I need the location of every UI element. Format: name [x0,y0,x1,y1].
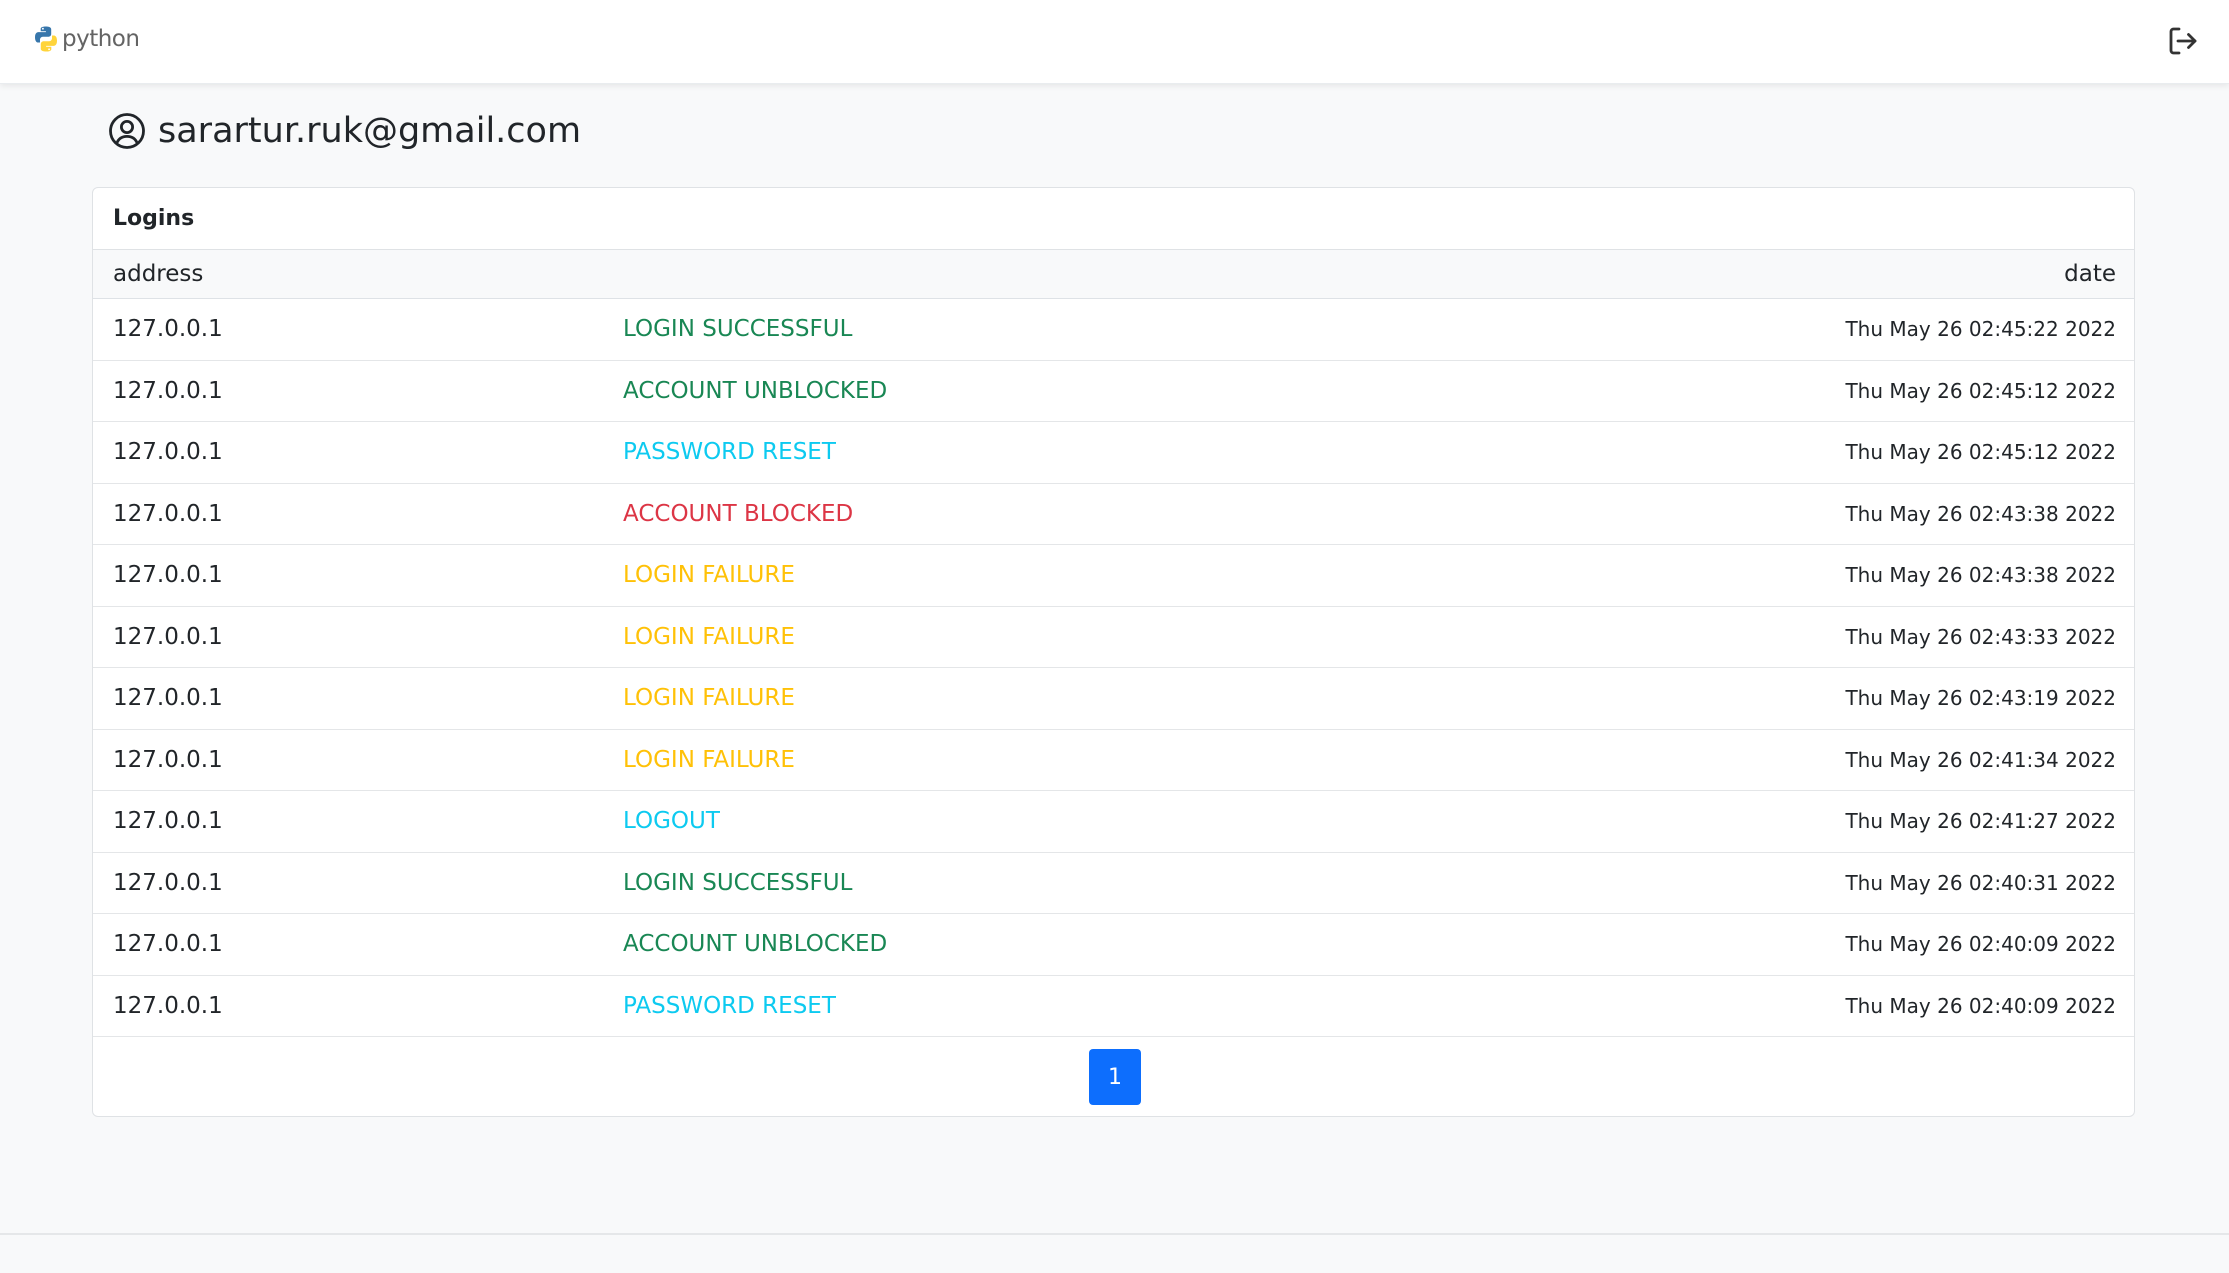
row-address: 127.0.0.1 [113,316,223,342]
python-logo-icon [35,26,57,52]
column-header-address: address [113,261,204,287]
table-row: 127.0.0.1 ACCOUNT BLOCKED Thu May 26 02:43… [93,484,2134,545]
row-date: Thu May 26 02:43:38 2022 [1845,501,2116,526]
table-row: 127.0.0.1 LOGIN SUCCESSFUL Thu May 26 02:4… [93,853,2134,914]
row-address: 127.0.0.1 [113,869,223,896]
card-title: Logins [93,188,2134,250]
logins-card: Logins address date 127.0.0.1 LOGIN SUCCE… [92,187,2135,1117]
table-row: 127.0.0.1 LOGIN FAILURE Thu May 26 02:41:3… [93,730,2134,791]
row-event: ACCOUNT UNBLOCKED [623,931,888,957]
user-email: sarartur.ruk@gmail.com [158,111,582,151]
table-row: 127.0.0.1 LOGIN FAILURE Thu May 26 02:43:3… [93,545,2134,607]
row-event: LOGIN FAILURE [623,746,795,773]
row-address: 127.0.0.1 [113,685,223,711]
user-heading: sarartur.ruk@gmail.com [108,108,581,154]
table-row: 127.0.0.1 PASSWORD RESET Thu May 26 02:40:… [93,976,2134,1037]
row-date: Thu May 26 02:41:27 2022 [1845,809,2116,833]
table-row: 127.0.0.1 ACCOUNT UNBLOCKED Thu May 26 02:… [93,914,2134,976]
table-body: 127.0.0.1 LOGIN SUCCESSFUL Thu May 26 02:4… [93,299,2134,1037]
row-address: 127.0.0.1 [113,562,223,588]
row-date: Thu May 26 02:45:12 2022 [1845,378,2116,403]
row-date: Thu May 26 02:45:12 2022 [1845,440,2116,464]
table-row: 127.0.0.1 PASSWORD RESET Thu May 26 02:45:… [93,422,2134,484]
row-address: 127.0.0.1 [113,746,223,773]
table-row: 127.0.0.1 LOGIN SUCCESSFUL Thu May 26 02:4… [93,299,2134,361]
logout-button[interactable] [2166,24,2200,58]
row-event: PASSWORD RESET [623,439,836,465]
row-date: Thu May 26 02:45:22 2022 [1845,317,2116,341]
row-event: LOGIN FAILURE [623,685,795,711]
row-event: ACCOUNT BLOCKED [623,500,854,527]
row-address: 127.0.0.1 [113,623,223,650]
table-header: address date [93,250,2134,299]
row-date: Thu May 26 02:43:19 2022 [1845,686,2116,710]
python-logo[interactable]: python [33,22,140,56]
row-date: Thu May 26 02:41:34 2022 [1845,747,2116,772]
row-address: 127.0.0.1 [113,500,223,527]
row-date: Thu May 26 02:43:33 2022 [1845,624,2116,649]
row-event: LOGIN FAILURE [623,623,795,650]
table-row: 127.0.0.1 LOGIN FAILURE Thu May 26 02:43:3… [93,607,2134,668]
row-event: ACCOUNT UNBLOCKED [623,377,888,404]
row-event: LOGIN FAILURE [623,562,795,588]
row-date: Thu May 26 02:40:31 2022 [1845,870,2116,895]
row-event: LOGIN SUCCESSFUL [623,316,853,342]
row-event: PASSWORD RESET [623,992,836,1019]
user-circle-icon [109,113,145,149]
row-address: 127.0.0.1 [113,439,223,465]
row-date: Thu May 26 02:40:09 2022 [1845,932,2116,956]
column-header-date: date [2064,261,2116,287]
row-event: LOGIN SUCCESSFUL [623,869,853,896]
row-date: Thu May 26 02:43:38 2022 [1845,563,2116,587]
table-row: 127.0.0.1 LOGOUT Thu May 26 02:41:27 2022 [93,791,2134,853]
top-navbar: python [0,0,2229,84]
row-address: 127.0.0.1 [113,931,223,957]
row-event: LOGOUT [623,808,720,834]
logo-text: python [62,26,140,52]
row-address: 127.0.0.1 [113,992,223,1019]
pagination-page-1[interactable]: 1 [1089,1049,1141,1105]
row-address: 127.0.0.1 [113,808,223,834]
footer-divider [0,1233,2229,1235]
logout-icon [2169,27,2197,55]
row-date: Thu May 26 02:40:09 2022 [1845,993,2116,1018]
table-row: 127.0.0.1 ACCOUNT UNBLOCKED Thu May 26 02:… [93,361,2134,422]
row-address: 127.0.0.1 [113,377,223,404]
table-row: 127.0.0.1 LOGIN FAILURE Thu May 26 02:43:1… [93,668,2134,730]
